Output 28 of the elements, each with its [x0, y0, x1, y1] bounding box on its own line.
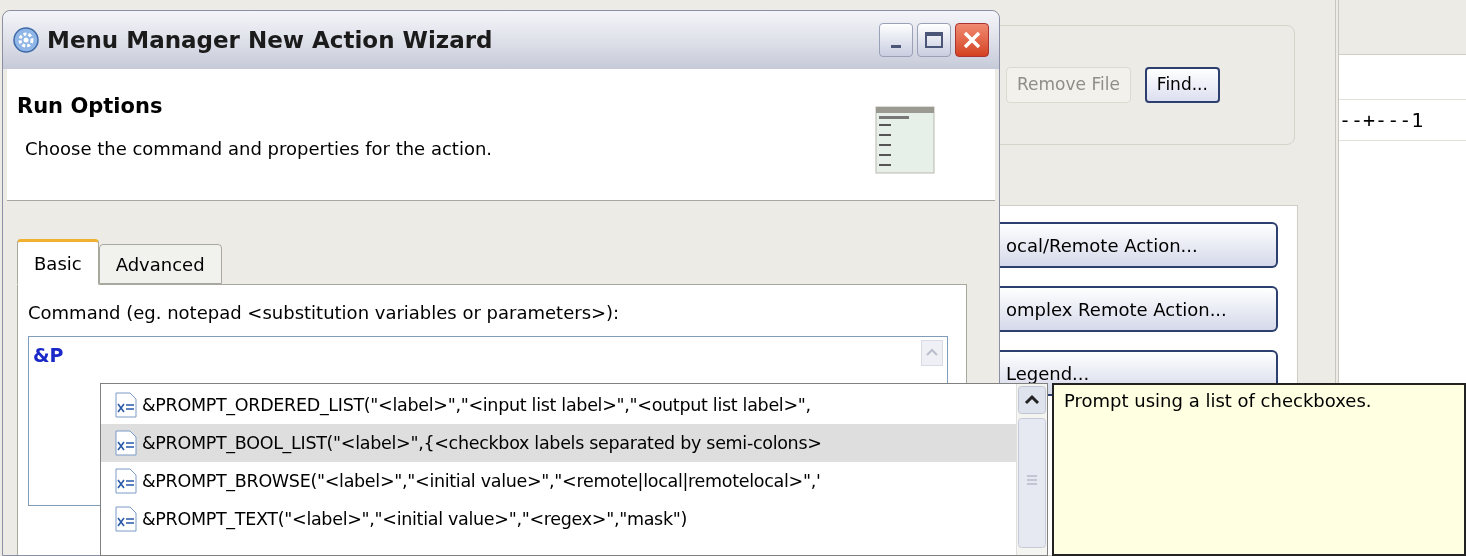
- variable-icon: [113, 392, 139, 418]
- page-description: Choose the command and properties for the action.: [24, 136, 494, 161]
- page-title: Run Options: [17, 93, 164, 120]
- variable-icon: [113, 468, 139, 494]
- action-button[interactable]: ocal/Remote Action...: [1000, 222, 1278, 268]
- tab[interactable]: Basic: [17, 239, 99, 285]
- tab[interactable]: Advanced: [98, 244, 222, 284]
- maximize-button[interactable]: [917, 23, 951, 57]
- scroll-thumb[interactable]: [1018, 418, 1046, 548]
- ruler-text: --+---1: [1339, 99, 1466, 141]
- completion-text: &PROMPT_TEXT("<label>","<initial value>","<regex>","mask"): [142, 507, 687, 532]
- variable-icon: [113, 430, 139, 456]
- command-text: &P: [33, 343, 64, 368]
- action-button[interactable]: omplex Remote Action...: [1000, 286, 1278, 332]
- variable-icon: [113, 506, 139, 532]
- minimize-button[interactable]: [879, 23, 913, 57]
- completion-text: &PROMPT_BROWSE("<label>","<initial value>","<remote|local|remotelocal>",': [142, 469, 821, 494]
- completion-item[interactable]: &PROMPT_BOOL_LIST("<label>",{<checkbox labels separated by semi-colons>: [101, 424, 1016, 462]
- gear-icon: [13, 27, 39, 53]
- find-button[interactable]: Find...: [1144, 67, 1220, 103]
- close-button[interactable]: [955, 23, 989, 57]
- scroll-up-icon[interactable]: [1018, 386, 1046, 414]
- completion-text: &PROMPT_ORDERED_LIST("<label>","<input list label>","<output list label>",: [142, 393, 811, 418]
- wizard-banner-icon: [875, 106, 935, 174]
- window-title: Menu Manager New Action Wizard: [47, 25, 493, 55]
- command-label: Command (eg. notepad <substitution variables or parameters>):: [28, 301, 621, 325]
- completion-text: &PROMPT_BOOL_LIST("<label>",{<checkbox labels separated by semi-colons>: [142, 431, 822, 456]
- close-icon: [962, 30, 982, 50]
